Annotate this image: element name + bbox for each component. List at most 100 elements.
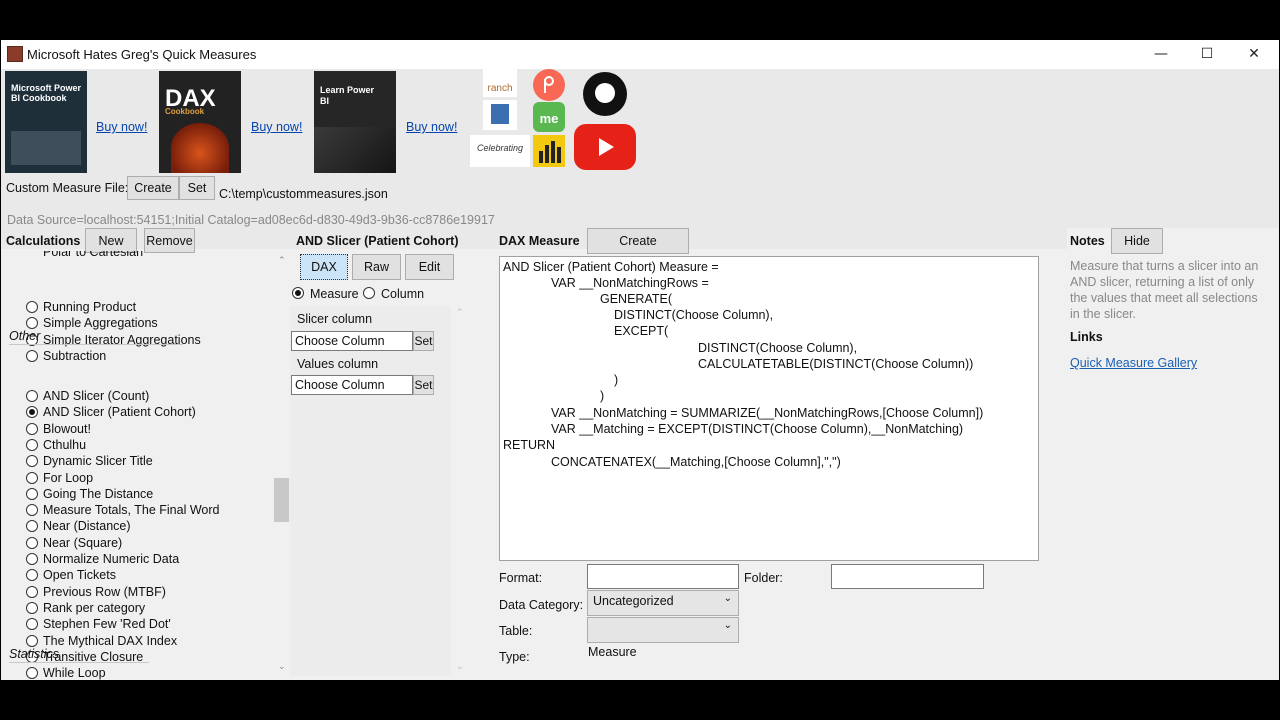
tab-raw[interactable]: Raw bbox=[352, 254, 401, 280]
kofi-icon[interactable]: me bbox=[533, 102, 565, 132]
folder-field[interactable] bbox=[831, 564, 984, 589]
list-item[interactable]: Near (Distance) bbox=[43, 519, 131, 533]
buy-now-link-3[interactable]: Buy now! bbox=[406, 120, 457, 134]
create-file-button[interactable]: Create bbox=[127, 176, 179, 200]
parameter-scrollbar[interactable]: ⌃ ⌄ bbox=[453, 306, 467, 676]
scroll-up-icon[interactable]: ⌃ bbox=[278, 256, 286, 266]
custom-measure-file-label: Custom Measure File: bbox=[6, 181, 129, 195]
tab-dax[interactable]: DAX bbox=[300, 254, 348, 280]
book-cover-dax-cookbook[interactable]: DAX Cookbook bbox=[159, 71, 241, 173]
app-window: Microsoft Hates Greg's Quick Measures — … bbox=[1, 40, 1279, 680]
list-item-radio[interactable] bbox=[26, 349, 38, 362]
data-category-label: Data Category: bbox=[499, 598, 584, 612]
scroll-thumb[interactable] bbox=[274, 478, 289, 522]
data-category-select[interactable]: Uncategorized ⌄ bbox=[587, 590, 739, 616]
hide-notes-button[interactable]: Hide bbox=[1111, 228, 1163, 254]
maximize-icon[interactable]: ☐ bbox=[1184, 40, 1230, 69]
power-bi-icon[interactable] bbox=[533, 135, 565, 167]
quick-measure-gallery-link[interactable]: Quick Measure Gallery bbox=[1070, 356, 1197, 370]
book-cover-learn-power-bi[interactable]: Learn Power BI bbox=[314, 71, 396, 173]
list-item-radio[interactable] bbox=[26, 487, 38, 500]
list-item[interactable]: AND Slicer (Count) bbox=[43, 389, 149, 403]
close-icon[interactable]: ✕ bbox=[1231, 40, 1277, 69]
code-line: CONCATENATEX(__Matching,[Choose Column],… bbox=[551, 455, 841, 469]
minimize-icon[interactable]: — bbox=[1138, 40, 1184, 69]
calculation-scrollbar[interactable]: ⌃ ⌄ bbox=[273, 252, 290, 680]
set-file-button[interactable]: Set bbox=[179, 176, 215, 200]
slicer-set-button[interactable]: Set bbox=[413, 331, 434, 351]
list-item-radio[interactable] bbox=[26, 667, 38, 680]
slicer-column-label: Slicer column bbox=[297, 312, 373, 326]
list-item-radio[interactable] bbox=[26, 317, 38, 330]
list-item[interactable]: Blowout! bbox=[43, 422, 91, 436]
format-field[interactable] bbox=[587, 564, 739, 589]
list-item-radio[interactable] bbox=[26, 536, 38, 549]
remove-button[interactable]: Remove bbox=[144, 228, 195, 253]
notes-text: Measure that turns a slicer into an AND … bbox=[1070, 259, 1259, 321]
list-item[interactable]: Measure Totals, The Final Word bbox=[43, 503, 219, 517]
list-item[interactable]: Previous Row (MTBF) bbox=[43, 585, 166, 599]
list-item-radio[interactable] bbox=[26, 520, 38, 533]
youtube-icon[interactable] bbox=[574, 124, 636, 170]
scroll-down-icon[interactable]: ⌄ bbox=[456, 662, 464, 672]
data-category-value: Uncategorized bbox=[593, 594, 674, 608]
list-item[interactable]: Stephen Few 'Red Dot' bbox=[43, 617, 171, 631]
list-item[interactable]: Simple Aggregations bbox=[43, 316, 158, 330]
list-item-radio[interactable] bbox=[26, 390, 38, 402]
list-item[interactable]: While Loop bbox=[43, 666, 106, 680]
table-select[interactable]: ⌄ bbox=[587, 617, 739, 643]
ranch-logo[interactable]: ranch bbox=[483, 69, 517, 97]
list-item-radio[interactable] bbox=[26, 634, 38, 647]
list-item[interactable]: The Mythical DAX Index bbox=[43, 634, 177, 648]
slicer-column-field[interactable]: Choose Column bbox=[291, 331, 413, 351]
code-line: VAR __Matching = EXCEPT(DISTINCT(Choose … bbox=[551, 422, 964, 436]
calculation-list: Polar to Cartesian Running Product Simple… bbox=[1, 251, 273, 680]
list-item-radio[interactable] bbox=[26, 618, 38, 631]
values-column-field[interactable]: Choose Column bbox=[291, 375, 413, 395]
list-item-radio[interactable] bbox=[26, 553, 38, 565]
patreon-icon[interactable] bbox=[533, 69, 565, 101]
code-line: ) bbox=[614, 373, 619, 387]
building-logo[interactable] bbox=[483, 100, 517, 130]
list-item-radio[interactable] bbox=[26, 455, 38, 468]
list-item[interactable]: Rank per category bbox=[43, 601, 145, 615]
dax-code-editor[interactable]: AND Slicer (Patient Cohort) Measure = VA… bbox=[499, 256, 1039, 561]
scroll-up-icon[interactable]: ⌃ bbox=[456, 308, 464, 318]
list-item[interactable]: Polar to Cartesian bbox=[43, 251, 143, 259]
list-item-radio[interactable] bbox=[26, 585, 38, 598]
list-item-radio[interactable] bbox=[26, 406, 38, 419]
book-cover-power-bi-cookbook[interactable]: Microsoft Power BI Cookbook bbox=[5, 71, 87, 173]
list-item[interactable]: Open Tickets bbox=[43, 568, 116, 582]
values-set-button[interactable]: Set bbox=[413, 375, 434, 395]
list-item-radio[interactable] bbox=[26, 504, 38, 517]
list-item[interactable]: AND Slicer (Patient Cohort) bbox=[43, 405, 196, 419]
measure-radio[interactable] bbox=[292, 287, 304, 299]
chevron-down-icon: ⌄ bbox=[723, 620, 732, 631]
new-button[interactable]: New bbox=[85, 228, 137, 253]
list-item[interactable]: Going The Distance bbox=[43, 487, 153, 501]
list-item[interactable]: Dynamic Slicer Title bbox=[43, 454, 153, 468]
list-item-radio[interactable] bbox=[26, 438, 38, 451]
list-item-radio[interactable] bbox=[26, 601, 38, 614]
book-title: Learn Power BI bbox=[320, 85, 375, 106]
github-icon[interactable] bbox=[583, 72, 627, 116]
list-item[interactable]: Normalize Numeric Data bbox=[43, 552, 179, 566]
list-item[interactable]: Running Product bbox=[43, 300, 136, 314]
list-item-radio[interactable] bbox=[26, 422, 38, 435]
buy-now-link-1[interactable]: Buy now! bbox=[96, 120, 147, 134]
scroll-down-icon[interactable]: ⌄ bbox=[278, 662, 286, 672]
tab-edit[interactable]: Edit bbox=[405, 254, 454, 280]
buy-now-link-2[interactable]: Buy now! bbox=[251, 120, 302, 134]
list-item[interactable]: Cthulhu bbox=[43, 438, 86, 452]
celebrating-logo[interactable]: Celebrating bbox=[470, 135, 530, 167]
list-item[interactable]: Near (Square) bbox=[43, 536, 122, 550]
list-item-radio[interactable] bbox=[26, 301, 38, 313]
list-item[interactable]: Subtraction bbox=[43, 349, 106, 363]
column-radio[interactable] bbox=[363, 287, 375, 299]
create-measure-button[interactable]: Create bbox=[587, 228, 689, 254]
type-label: Type: bbox=[499, 650, 530, 664]
datasource-text: Data Source=localhost:54151;Initial Cata… bbox=[7, 213, 495, 227]
list-item-radio[interactable] bbox=[26, 471, 38, 484]
list-item-radio[interactable] bbox=[26, 569, 38, 582]
list-item[interactable]: For Loop bbox=[43, 471, 93, 485]
